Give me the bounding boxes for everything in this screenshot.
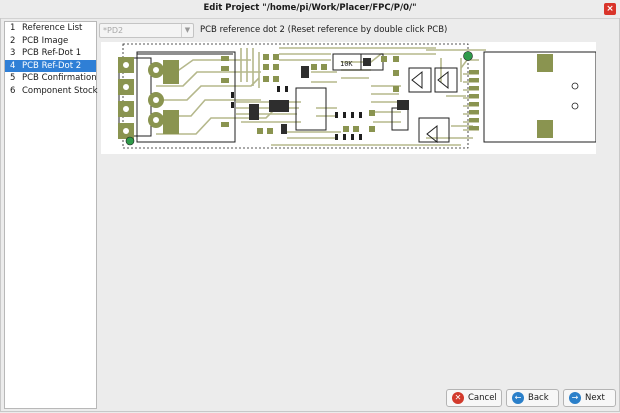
reference-select-value: *PD2 xyxy=(103,26,124,35)
window-title: Edit Project "/home/pi/Work/Placer/FPC/P… xyxy=(203,3,417,13)
step-item-reference-list[interactable]: 1 Reference List xyxy=(5,22,96,35)
close-icon[interactable]: × xyxy=(604,3,616,15)
cancel-button[interactable]: ✕ Cancel xyxy=(446,389,502,407)
step-list[interactable]: 1 Reference List 2 PCB Image 3 PCB Ref-Dot … xyxy=(4,21,98,409)
back-button[interactable]: ← Back xyxy=(506,389,559,407)
arrow-left-circle-icon: ← xyxy=(512,392,524,404)
pcb-drawing: 10K xyxy=(118,43,597,149)
title-bar: Edit Project "/home/pi/Work/Placer/FPC/P… xyxy=(0,0,620,19)
pcb-chip-label: 10K xyxy=(340,60,353,68)
instruction-text: PCB reference dot 2 (Reset reference by … xyxy=(200,25,448,35)
reference-select[interactable]: *PD2 ▼ xyxy=(99,23,194,38)
step-item-pcb-confirmation[interactable]: 5 PCB Confirmation xyxy=(5,72,97,85)
next-button[interactable]: → Next xyxy=(563,389,616,407)
x-circle-icon: ✕ xyxy=(452,392,464,404)
step-item-pcb-image[interactable]: 2 PCB Image xyxy=(5,35,96,48)
chevron-down-icon[interactable]: ▼ xyxy=(181,24,193,37)
ref-dot-1-marker xyxy=(125,136,135,146)
step-item-pcb-ref-dot-2[interactable]: 4 PCB Ref-Dot 2 xyxy=(5,59,96,72)
step-item-component-stock[interactable]: 6 Component Stock xyxy=(5,85,98,98)
arrow-right-circle-icon: → xyxy=(569,392,581,404)
pcb-image[interactable]: 10K xyxy=(101,42,597,154)
ref-dot-2-marker xyxy=(463,51,473,61)
step-item-pcb-ref-dot-1[interactable]: 3 PCB Ref-Dot 1 xyxy=(5,47,96,60)
